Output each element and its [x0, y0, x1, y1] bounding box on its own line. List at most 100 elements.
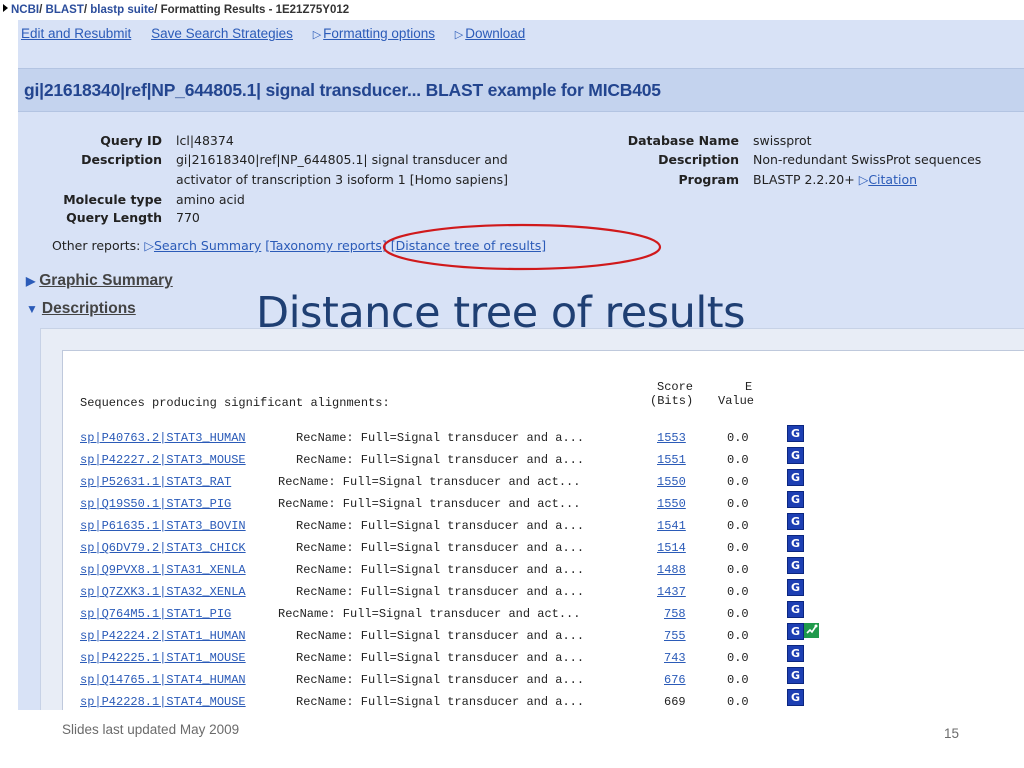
score-link[interactable]: 676: [664, 673, 686, 687]
score-link[interactable]: 669: [664, 695, 686, 709]
query-length-value: 770: [176, 210, 200, 225]
database-name-value: swissprot: [753, 133, 812, 148]
hit-description: RecName: Full=Signal transducer and a...: [296, 673, 585, 687]
molecule-type-label: Molecule type: [63, 192, 162, 207]
hit-description: RecName: Full=Signal transducer and a...: [296, 629, 585, 643]
download-link[interactable]: Download: [465, 26, 525, 41]
toolbar: Edit and Resubmit Save Search Strategies…: [21, 26, 541, 41]
gene-link-icon[interactable]: G: [787, 557, 804, 574]
gene-link-icon[interactable]: G: [787, 579, 804, 596]
gene-link-icon[interactable]: G: [787, 623, 804, 640]
hit-description: RecName: Full=Signal transducer and a...: [296, 519, 585, 533]
query-id-value: lcl|48374: [176, 133, 234, 148]
accession-link[interactable]: sp|Q9PVX8.1|STA31_XENLA: [80, 563, 246, 577]
browser-screenshot: NCBI/ BLAST/ blastp suite/ Formatting Re…: [0, 0, 1024, 710]
gene-link-icon[interactable]: G: [787, 667, 804, 684]
other-reports-label: Other reports:: [52, 238, 141, 253]
score-link[interactable]: 1437: [657, 585, 686, 599]
accession-link[interactable]: sp|P42228.1|STAT4_MOUSE: [80, 695, 246, 709]
hit-description: RecName: Full=Signal transducer and a...: [296, 541, 585, 555]
gene-link-icon[interactable]: G: [787, 535, 804, 552]
gene-link-icon[interactable]: G: [787, 513, 804, 530]
score-link[interactable]: 1551: [657, 453, 686, 467]
slide-footer-note: Slides last updated May 2009: [62, 722, 240, 737]
score-link[interactable]: 758: [664, 607, 686, 621]
edit-resubmit-link[interactable]: Edit and Resubmit: [21, 26, 131, 41]
breadcrumb-sep: /: [83, 4, 88, 16]
score-link[interactable]: 1541: [657, 519, 686, 533]
breadcrumb-ncbi[interactable]: NCBI: [11, 4, 39, 16]
hit-description: RecName: Full=Signal transducer and a...: [296, 453, 585, 467]
accession-link[interactable]: sp|P40763.2|STAT3_HUMAN: [80, 431, 246, 445]
expand-arrow-icon: ▷: [454, 29, 464, 41]
evalue: 0.0: [727, 695, 749, 709]
citation-link[interactable]: Citation: [868, 172, 917, 187]
expand-arrow-icon: ▷: [858, 172, 869, 187]
breadcrumb-blast[interactable]: BLAST: [46, 4, 84, 16]
evalue: 0.0: [727, 519, 749, 533]
unigene-link-icon[interactable]: [804, 623, 819, 638]
taxonomy-reports-link[interactable]: [Taxonomy reports]: [265, 238, 386, 253]
accession-link[interactable]: sp|Q7ZXK3.1|STA32_XENLA: [80, 585, 246, 599]
hit-description: RecName: Full=Signal transducer and a...: [296, 563, 585, 577]
hit-description: RecName: Full=Signal transducer and a...: [296, 431, 585, 445]
database-name-label: Database Name: [627, 133, 739, 148]
accession-link[interactable]: sp|P52631.1|STAT3_RAT: [80, 475, 231, 489]
accession-link[interactable]: sp|Q19S50.1|STAT3_PIG: [80, 497, 231, 511]
descriptions-toggle[interactable]: ▼ Descriptions: [26, 300, 136, 318]
accession-link[interactable]: sp|P61635.1|STAT3_BOVIN: [80, 519, 246, 533]
query-desc-label: Description: [81, 152, 162, 167]
breadcrumb-sep: /: [154, 4, 158, 16]
accession-link[interactable]: sp|Q6DV79.2|STAT3_CHICK: [80, 541, 246, 555]
breadcrumb-suite[interactable]: blastp suite: [90, 4, 154, 16]
molecule-type-value: amino acid: [176, 192, 245, 207]
score-link[interactable]: 1553: [657, 431, 686, 445]
gene-link-icon[interactable]: G: [787, 469, 804, 486]
program-value-group: BLASTP 2.2.20+ ▷Citation: [753, 172, 917, 187]
gene-link-icon[interactable]: G: [787, 491, 804, 508]
evalue: 0.0: [727, 453, 749, 467]
formatting-options-link[interactable]: Formatting options: [323, 26, 435, 41]
save-strategies-link[interactable]: Save Search Strategies: [151, 26, 293, 41]
accession-link[interactable]: sp|Q764M5.1|STAT1_PIG: [80, 607, 231, 621]
score-link[interactable]: 1550: [657, 475, 686, 489]
hit-description: RecName: Full=Signal transducer and act.…: [278, 497, 581, 511]
evalue: 0.0: [727, 607, 749, 621]
search-summary-link[interactable]: Search Summary: [154, 238, 261, 253]
expand-arrow-icon: ▷: [144, 238, 154, 253]
query-desc-line2: activator of transcription 3 isoform 1 […: [176, 172, 509, 187]
descriptions-label: Descriptions: [41, 300, 136, 317]
score-link[interactable]: 755: [664, 629, 686, 643]
accession-link[interactable]: sp|P42224.2|STAT1_HUMAN: [80, 629, 246, 643]
gene-link-icon[interactable]: G: [787, 645, 804, 662]
hit-description: RecName: Full=Signal transducer and a...: [296, 651, 585, 665]
accession-link[interactable]: sp|Q14765.1|STAT4_HUMAN: [80, 673, 246, 687]
other-reports: Other reports: ▷Search Summary [Taxonomy…: [52, 238, 546, 253]
evalue: 0.0: [727, 431, 749, 445]
evalue: 0.0: [727, 541, 749, 555]
annotation-caption: Distance tree of results: [256, 288, 746, 338]
query-length-label: Query Length: [66, 210, 162, 225]
score-link[interactable]: 1514: [657, 541, 686, 555]
results-heading: Sequences producing significant alignmen…: [80, 396, 390, 410]
score-link[interactable]: 1550: [657, 497, 686, 511]
evalue-header-2: Value: [718, 394, 755, 408]
accession-link[interactable]: sp|P42227.2|STAT3_MOUSE: [80, 453, 246, 467]
program-value: BLASTP 2.2.20+: [753, 172, 855, 187]
score-link[interactable]: 1488: [657, 563, 686, 577]
evalue: 0.0: [727, 497, 749, 511]
page-title: gi|21618340|ref|NP_644805.1| signal tran…: [24, 80, 661, 100]
query-desc-line1: gi|21618340|ref|NP_644805.1| signal tran…: [176, 152, 508, 167]
accession-link[interactable]: sp|P42225.1|STAT1_MOUSE: [80, 651, 246, 665]
breadcrumb-sep: /: [39, 4, 43, 16]
gene-link-icon[interactable]: G: [787, 447, 804, 464]
breadcrumb-current: Formatting Results - 1E21Z75Y012: [160, 4, 350, 16]
graphic-summary-toggle[interactable]: ▶ Graphic Summary: [26, 272, 173, 290]
evalue: 0.0: [727, 563, 749, 577]
distance-tree-link[interactable]: [Distance tree of results]: [391, 238, 546, 253]
gene-link-icon[interactable]: G: [787, 425, 804, 442]
gene-link-icon[interactable]: G: [787, 601, 804, 618]
gene-link-icon[interactable]: G: [787, 689, 804, 706]
score-link[interactable]: 743: [664, 651, 686, 665]
evalue-header-1: E: [745, 380, 753, 394]
